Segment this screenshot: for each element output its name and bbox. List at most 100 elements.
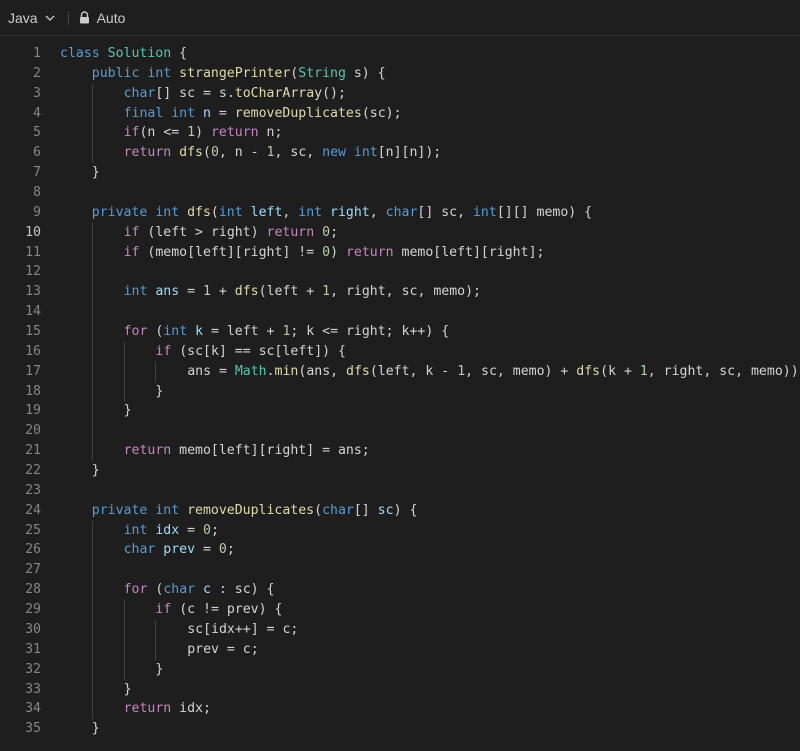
- code-line[interactable]: 8: [0, 183, 800, 203]
- indent-guide: [91, 361, 93, 382]
- code-line[interactable]: 2 public int strangePrinter(String s) {: [0, 64, 800, 84]
- code-token: ;: [330, 224, 339, 240]
- code-line[interactable]: 29 if (c != prev) {: [0, 600, 800, 620]
- code-text: }: [124, 680, 132, 700]
- code-line[interactable]: 35}: [0, 719, 800, 739]
- code-text: }: [92, 461, 100, 481]
- code-token: return: [345, 244, 394, 260]
- code-line[interactable]: 15 for (int k = left + 1; k <= right; k++…: [0, 322, 800, 342]
- code-line[interactable]: 25 int idx = 0;: [0, 520, 800, 541]
- code-line[interactable]: 16 if (sc[k] == sc[left]) {: [0, 341, 800, 362]
- code-line[interactable]: 4 final int n = removeDuplicates(sc);: [0, 103, 800, 124]
- code-token: int: [123, 522, 156, 538]
- line-number: 28: [25, 582, 41, 598]
- code-line[interactable]: 20: [0, 421, 800, 442]
- code-token: 1: [457, 363, 466, 379]
- code-line[interactable]: 23: [0, 481, 800, 501]
- code-line[interactable]: 11 if (memo[left][right] != 0) return mem…: [0, 242, 800, 263]
- code-token: =: [210, 105, 235, 121]
- code-line[interactable]: 33}: [0, 679, 800, 700]
- indent-guide: [91, 679, 93, 700]
- code-line[interactable]: 22}: [0, 461, 800, 481]
- indent-guide: [91, 540, 93, 561]
- code-token: }: [155, 661, 164, 677]
- indent-guide: [123, 361, 125, 382]
- line-number: 13: [25, 284, 41, 300]
- code-token: int: [123, 284, 156, 300]
- code-token: [] sc = s.: [155, 85, 235, 101]
- language-select[interactable]: Java: [8, 6, 56, 30]
- code-token: dfs: [234, 284, 259, 300]
- code-token: dfs: [576, 363, 601, 379]
- code-token: 1: [203, 284, 211, 300]
- line-number: 24: [25, 502, 41, 518]
- code-line[interactable]: 28 for (char c : sc) {: [0, 580, 800, 601]
- code-line[interactable]: 5 if(n <= 1) return n;: [0, 123, 800, 144]
- code-token: }: [91, 463, 100, 479]
- code-token: ,: [369, 204, 386, 220]
- code-line[interactable]: 18}: [0, 381, 800, 402]
- code-line[interactable]: 30 sc[idx++] = c;: [0, 619, 800, 640]
- code-text: for (int k = left + 1; k <= right; k++) …: [124, 322, 450, 342]
- indent-guide: [123, 619, 125, 640]
- code-line[interactable]: 21 return memo[left][right] = ans;: [0, 441, 800, 462]
- code-line[interactable]: 19}: [0, 401, 800, 422]
- indent-guide: [123, 659, 125, 680]
- code-token: int: [163, 324, 196, 340]
- code-text: char[] sc = s.toCharArray();: [124, 84, 346, 104]
- code-line[interactable]: 34 return idx;: [0, 699, 800, 720]
- indent-guide: [123, 381, 125, 402]
- code-line[interactable]: 1 class Solution {: [0, 44, 800, 64]
- line-number: 16: [25, 343, 41, 359]
- code-line[interactable]: 6 return dfs(0, n - 1, sc, new int[n][n])…: [0, 143, 800, 164]
- code-token: (k +: [600, 363, 640, 379]
- indent-guide: [91, 600, 93, 620]
- code-line[interactable]: 13 int ans = 1 + dfs(left + 1, right, sc,…: [0, 282, 800, 303]
- code-token: if: [155, 602, 172, 618]
- code-token: n;: [258, 125, 283, 141]
- code-token: 0: [322, 244, 331, 260]
- code-token: ;: [210, 522, 219, 538]
- code-line[interactable]: 31 prev = c;: [0, 639, 800, 660]
- code-line[interactable]: 3 char[] sc = s.toCharArray();: [0, 83, 800, 104]
- code-line[interactable]: 27: [0, 560, 800, 581]
- code-text: }: [155, 660, 163, 680]
- code-line[interactable]: 12: [0, 262, 800, 283]
- code-line[interactable]: 7}: [0, 163, 800, 183]
- code-token: ): [330, 244, 346, 260]
- code-token: (n <=: [139, 125, 188, 141]
- code-token: (: [147, 582, 164, 598]
- line-number: 8: [33, 185, 41, 201]
- line-number: 22: [25, 463, 41, 479]
- code-token: if: [123, 125, 140, 141]
- code-text: if(n <= 1) return n;: [124, 123, 283, 143]
- code-line[interactable]: 32}: [0, 659, 800, 680]
- code-line[interactable]: 17 ans = Math.min(ans, dfs(left, k - 1, s…: [0, 361, 800, 382]
- code-token: 0: [322, 224, 331, 240]
- code-token: char: [385, 204, 418, 220]
- indent-guide: [155, 639, 157, 660]
- code-line[interactable]: 9 private int dfs(int left, int right, ch…: [0, 203, 800, 223]
- code-line[interactable]: 26 char prev = 0;: [0, 540, 800, 561]
- code-token: (c != prev) {: [171, 602, 283, 618]
- code-editor[interactable]: 1 class Solution {2 public int strangePrin…: [0, 44, 800, 751]
- code-text: sc[idx++] = c;: [187, 620, 298, 640]
- code-token: [] sc,: [417, 204, 473, 220]
- line-number: 15: [25, 324, 41, 340]
- code-token: =: [179, 522, 204, 538]
- code-line[interactable]: 14: [0, 302, 800, 323]
- line-number: 31: [25, 641, 41, 657]
- mode-select[interactable]: Auto: [79, 6, 125, 30]
- code-token: Math: [234, 363, 267, 379]
- code-token: private int: [91, 502, 188, 518]
- line-number: 21: [25, 443, 41, 459]
- code-token: , n -: [218, 145, 267, 161]
- line-number: 32: [25, 661, 41, 677]
- code-token: ): [195, 125, 211, 141]
- line-number: 35: [25, 721, 41, 737]
- indent-guide: [91, 580, 93, 601]
- code-token: +: [210, 284, 235, 300]
- code-line[interactable]: 24 private int removeDuplicates(char[] sc…: [0, 501, 800, 521]
- code-token: (: [314, 502, 323, 518]
- code-line[interactable]: 10 if (left > right) return 0;: [0, 222, 800, 243]
